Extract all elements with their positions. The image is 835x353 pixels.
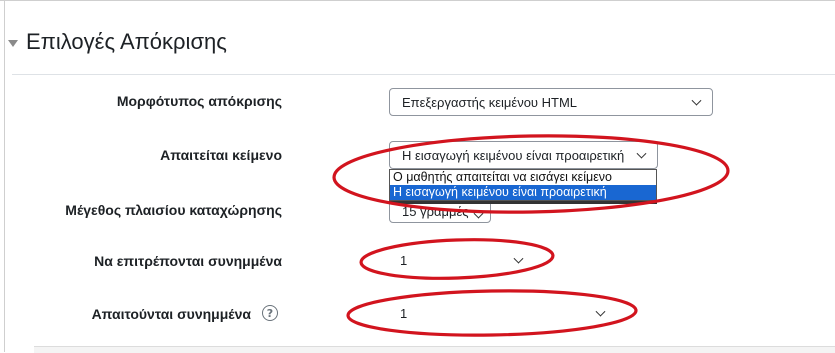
- response-format-label: Μορφότυπος απόκρισης: [116, 93, 282, 109]
- section-title: Επιλογές Απόκρισης: [26, 29, 227, 54]
- chevron-down-icon: [691, 95, 702, 106]
- dropdown-option-selected[interactable]: Η εισαγωγή κειμένου είναι προαιρετική: [390, 185, 656, 200]
- allow-attachments-label: Να επιτρέπονται συνημμένα: [94, 253, 282, 269]
- input-box-size-value: 15 γραμμές: [402, 204, 469, 219]
- require-text-label: Απαιτείται κείμενο: [160, 147, 282, 163]
- allow-attachments-value: 1: [400, 252, 408, 268]
- section-header[interactable]: Επιλογές Απόκρισης: [8, 22, 227, 62]
- input-box-size-label: Μέγεθος πλαισίου καταχώρησης: [65, 202, 282, 218]
- dropdown-option[interactable]: Ο μαθητής απαιτείται να εισάγει κείμενο: [390, 170, 656, 185]
- chevron-down-icon: [636, 148, 647, 159]
- allow-attachments-select[interactable]: 1: [372, 246, 534, 274]
- require-text-dropdown-list[interactable]: Ο μαθητής απαιτείται να εισάγει κείμενο …: [389, 169, 657, 201]
- chevron-down-icon: [473, 208, 484, 219]
- question-circle-icon[interactable]: ?: [262, 305, 278, 321]
- chevron-down-icon: [513, 253, 524, 264]
- dropdown-bottom-edge: [389, 201, 657, 204]
- require-text-select[interactable]: Η εισαγωγή κειμένου είναι προαιρετική: [389, 141, 658, 169]
- required-attachments-value: 1: [400, 305, 408, 321]
- frame-left-edge: [4, 0, 5, 352]
- required-attachments-select[interactable]: 1: [372, 299, 616, 327]
- chevron-down-icon: [595, 306, 606, 317]
- collapse-caret-icon[interactable]: [8, 39, 18, 47]
- section-divider: [12, 74, 835, 75]
- required-attachments-label: Απαιτούνται συνημμένα: [91, 306, 251, 322]
- require-text-value: Η εισαγωγή κειμένου είναι προαιρετική: [402, 147, 625, 163]
- response-format-select[interactable]: Επεξεργαστής κειμένου HTML: [389, 88, 713, 116]
- response-format-value: Επεξεργαστής κειμένου HTML: [402, 94, 578, 110]
- frame-top-edge: [0, 0, 835, 1]
